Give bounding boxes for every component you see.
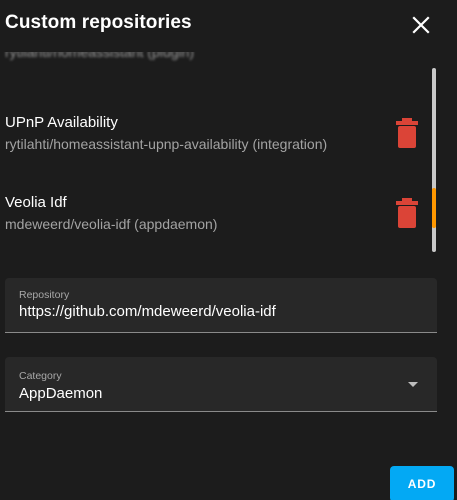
- list-item-partial: rytilahti/homeassistant (plugin): [5, 52, 195, 60]
- trash-icon: [396, 118, 418, 148]
- repository-name: UPnP Availability: [5, 114, 118, 131]
- add-button[interactable]: ADD: [390, 466, 454, 500]
- list-scrollbar[interactable]: [431, 68, 437, 252]
- delete-repository-button[interactable]: [393, 196, 421, 230]
- list-item: UPnP Availability rytilahti/homeassistan…: [0, 114, 430, 170]
- close-button[interactable]: [404, 10, 438, 40]
- delete-repository-button[interactable]: [393, 116, 421, 150]
- chevron-down-icon: [408, 382, 418, 387]
- scrollbar-thumb[interactable]: [432, 188, 436, 228]
- trash-icon: [396, 198, 418, 228]
- repository-list: rytilahti/homeassistant (plugin) UPnP Av…: [0, 52, 430, 258]
- custom-repositories-dialog: Custom repositories rytilahti/homeassist…: [0, 0, 457, 500]
- repository-name: Veolia Idf: [5, 194, 67, 211]
- repository-path: mdeweerd/veolia-idf (appdaemon): [5, 216, 218, 232]
- repository-path: rytilahti/homeassistant-upnp-availabilit…: [5, 136, 328, 152]
- category-select[interactable]: Category AppDaemon: [5, 357, 437, 412]
- list-item: Veolia Idf mdeweerd/veolia-idf (appdaemo…: [0, 194, 430, 250]
- repository-field[interactable]: Repository: [5, 278, 437, 333]
- category-field-label: Category: [19, 370, 62, 382]
- category-selected-value: AppDaemon: [19, 385, 103, 402]
- repository-field-label: Repository: [19, 289, 70, 301]
- repository-input[interactable]: [19, 303, 419, 320]
- close-icon: [412, 16, 430, 34]
- dialog-title: Custom repositories: [5, 12, 192, 33]
